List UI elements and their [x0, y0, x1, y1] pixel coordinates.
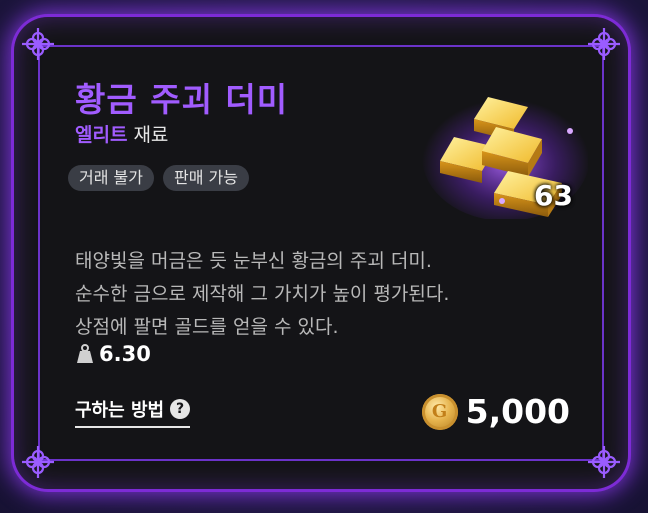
- tag-sellable: 판매 가능: [162, 165, 249, 191]
- sell-price: G 5,000: [421, 392, 570, 431]
- item-name: 황금 주괴 더미: [75, 80, 289, 119]
- description-line: 태양빛을 머금은 듯 눈부신 황금의 주괴 더미.: [75, 250, 432, 272]
- how-to-obtain-label: 구하는 방법: [75, 400, 165, 421]
- item-grade-category: 엘리트 재료: [75, 120, 168, 147]
- item-grade: 엘리트: [75, 124, 128, 146]
- description-line: 상점에 팔면 골드를 얻을 수 있다.: [75, 316, 339, 338]
- tag-untradeable: 거래 불가: [68, 165, 154, 191]
- ornament-corner-icon: [588, 446, 620, 478]
- weight-value: 6.30: [99, 342, 151, 366]
- description-line: 순수한 금으로 제작해 그 가치가 높이 평가된다.: [75, 283, 450, 305]
- item-tooltip-card: 황금 주괴 더미 엘리트 재료 거래 불가 판매 가능 63 태양빛을 머금은 …: [14, 17, 628, 489]
- ornament-corner-icon: [588, 28, 620, 60]
- item-quantity: 63: [534, 179, 573, 212]
- ornament-corner-icon: [22, 28, 54, 60]
- weight-icon: [77, 344, 93, 363]
- question-circle-icon[interactable]: ?: [170, 399, 191, 419]
- how-to-obtain-link[interactable]: 구하는 방법 ?: [75, 396, 191, 428]
- item-description: 태양빛을 머금은 듯 눈부신 황금의 주괴 더미. 순수한 금으로 제작해 그 …: [75, 245, 545, 344]
- item-tags: 거래 불가 판매 가능: [68, 165, 249, 191]
- item-weight: 6.30: [75, 342, 151, 366]
- gold-coin-icon: G: [421, 393, 458, 430]
- ornament-corner-icon: [22, 446, 54, 478]
- price-value: 5,000: [465, 392, 570, 431]
- item-category: 재료: [133, 124, 169, 146]
